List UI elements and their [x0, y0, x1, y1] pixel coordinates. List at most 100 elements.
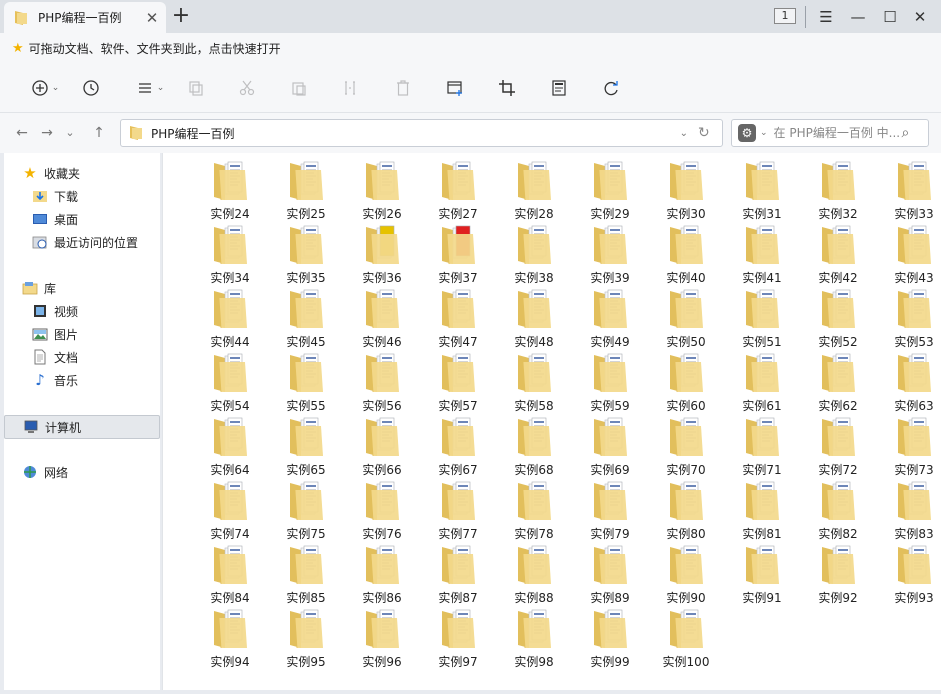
folder-item[interactable]: 实例47: [422, 285, 494, 349]
sidebar-item-library[interactable]: 库: [4, 277, 160, 299]
folder-item[interactable]: 实例65: [270, 413, 342, 477]
search-icon[interactable]: ⌕: [902, 125, 918, 141]
folder-item[interactable]: 实例67: [422, 413, 494, 477]
folder-item[interactable]: 实例48: [498, 285, 570, 349]
quick-access-bar[interactable]: ★ 可拖动文档、软件、文件夹到此，点击快速打开: [0, 33, 941, 63]
sidebar-item-videos[interactable]: 视频: [4, 300, 160, 322]
refresh-icon[interactable]: ↻: [698, 125, 714, 141]
folder-item[interactable]: 实例31: [726, 157, 798, 221]
folder-item[interactable]: 实例97: [422, 605, 494, 669]
folder-item[interactable]: 实例61: [726, 349, 798, 413]
folder-item[interactable]: 实例92: [802, 541, 874, 605]
tab-php-examples[interactable]: PHP编程一百例 ✕: [4, 2, 166, 33]
folder-item[interactable]: 实例64: [194, 413, 266, 477]
folder-item[interactable]: 实例45: [270, 285, 342, 349]
folder-item[interactable]: 实例89: [574, 541, 646, 605]
folder-item[interactable]: 实例49: [574, 285, 646, 349]
tab-close-icon[interactable]: ✕: [142, 9, 162, 27]
address-bar[interactable]: PHP编程一百例 ⌄ ↻: [120, 119, 723, 147]
folder-item[interactable]: 实例39: [574, 221, 646, 285]
folder-item[interactable]: 实例71: [726, 413, 798, 477]
copy-button[interactable]: [185, 76, 207, 100]
folder-item[interactable]: 实例94: [194, 605, 266, 669]
folder-item[interactable]: 实例70: [650, 413, 722, 477]
paste-button[interactable]: [288, 76, 310, 100]
sidebar-item-favorites[interactable]: ★ 收藏夹: [4, 162, 160, 184]
folder-item[interactable]: 实例57: [422, 349, 494, 413]
new-button[interactable]: ⌄: [30, 76, 60, 100]
close-window-button[interactable]: ✕: [907, 4, 933, 30]
folder-item[interactable]: 实例66: [346, 413, 418, 477]
folder-item[interactable]: 实例96: [346, 605, 418, 669]
up-arrow-icon[interactable]: ↑: [89, 123, 109, 143]
folder-item[interactable]: 实例63: [878, 349, 941, 413]
folder-item[interactable]: 实例93: [878, 541, 941, 605]
sidebar-item-pictures[interactable]: 图片: [4, 323, 160, 345]
sidebar-item-desktop[interactable]: 桌面: [4, 208, 160, 230]
back-arrow-icon[interactable]: ←: [12, 123, 32, 143]
search-box[interactable]: ⚙ ⌄ ⌕: [731, 119, 929, 147]
folder-item[interactable]: 实例95: [270, 605, 342, 669]
folder-item[interactable]: 实例81: [726, 477, 798, 541]
menu-icon[interactable]: ☰: [813, 4, 839, 30]
folder-item[interactable]: 实例78: [498, 477, 570, 541]
folder-item[interactable]: 实例91: [726, 541, 798, 605]
sidebar-item-downloads[interactable]: 下载: [4, 185, 160, 207]
folder-item[interactable]: 实例98: [498, 605, 570, 669]
minimize-button[interactable]: —: [845, 4, 871, 30]
folder-item[interactable]: 实例35: [270, 221, 342, 285]
folder-item[interactable]: 实例33: [878, 157, 941, 221]
folder-item[interactable]: 实例99: [574, 605, 646, 669]
folder-item[interactable]: 实例80: [650, 477, 722, 541]
forward-arrow-icon[interactable]: →: [37, 123, 57, 143]
sidebar-item-music[interactable]: ♪ 音乐: [4, 369, 160, 391]
sidebar-item-computer[interactable]: 计算机: [4, 415, 160, 439]
new-tab-button[interactable]: +: [170, 4, 192, 28]
folder-item[interactable]: 实例51: [726, 285, 798, 349]
folder-item[interactable]: 实例29: [574, 157, 646, 221]
folder-item[interactable]: 实例41: [726, 221, 798, 285]
properties-button[interactable]: [548, 76, 570, 100]
folder-item[interactable]: 实例52: [802, 285, 874, 349]
folder-item[interactable]: 实例84: [194, 541, 266, 605]
folder-item[interactable]: 实例54: [194, 349, 266, 413]
window-counter-badge[interactable]: 1: [774, 8, 796, 24]
new-folder-button[interactable]: [444, 76, 466, 100]
folder-item[interactable]: 实例88: [498, 541, 570, 605]
sidebar-item-network[interactable]: 网络: [4, 461, 160, 483]
folder-item[interactable]: 实例24: [194, 157, 266, 221]
folder-item[interactable]: 实例26: [346, 157, 418, 221]
chevron-down-icon[interactable]: ⌄: [680, 128, 688, 139]
folder-item[interactable]: 实例79: [574, 477, 646, 541]
rename-button[interactable]: [339, 76, 361, 100]
gear-icon[interactable]: ⚙: [738, 124, 756, 142]
maximize-button[interactable]: ☐: [877, 4, 903, 30]
folder-item[interactable]: 实例68: [498, 413, 570, 477]
folder-item[interactable]: 实例87: [422, 541, 494, 605]
search-input[interactable]: [773, 126, 902, 140]
folder-item[interactable]: 实例59: [574, 349, 646, 413]
folder-item[interactable]: 实例62: [802, 349, 874, 413]
folder-item[interactable]: 实例36: [346, 221, 418, 285]
folder-item[interactable]: 实例76: [346, 477, 418, 541]
sync-button[interactable]: [600, 76, 622, 100]
folder-item[interactable]: 实例32: [802, 157, 874, 221]
folder-item[interactable]: 实例77: [422, 477, 494, 541]
sidebar-item-documents[interactable]: 文档: [4, 346, 160, 368]
folder-item[interactable]: 实例30: [650, 157, 722, 221]
folder-item[interactable]: 实例25: [270, 157, 342, 221]
folder-item[interactable]: 实例53: [878, 285, 941, 349]
folder-item[interactable]: 实例100: [650, 605, 722, 669]
folder-item[interactable]: 实例72: [802, 413, 874, 477]
folder-item[interactable]: 实例56: [346, 349, 418, 413]
folder-item[interactable]: 实例43: [878, 221, 941, 285]
folder-item[interactable]: 实例69: [574, 413, 646, 477]
folder-item[interactable]: 实例44: [194, 285, 266, 349]
chevron-down-icon[interactable]: ⌄: [760, 128, 768, 138]
history-button[interactable]: [80, 76, 102, 100]
folder-item[interactable]: 实例38: [498, 221, 570, 285]
folder-item[interactable]: 实例42: [802, 221, 874, 285]
history-dropdown-icon[interactable]: ⌄: [60, 123, 80, 143]
sidebar-item-recent-places[interactable]: 最近访问的位置: [4, 231, 160, 253]
folder-item[interactable]: 实例60: [650, 349, 722, 413]
